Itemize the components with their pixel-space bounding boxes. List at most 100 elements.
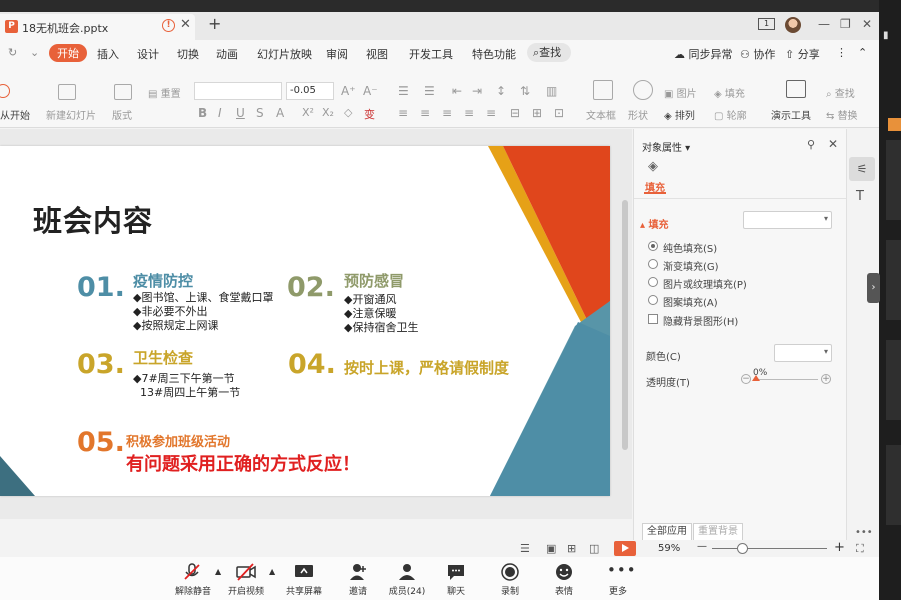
distribute-icon[interactable]: ≡ xyxy=(486,106,496,120)
fill-section-header[interactable]: ▴ 填充 xyxy=(640,216,669,231)
new-slide-label[interactable]: 新建幻灯片 xyxy=(46,107,96,122)
zoom-out-button[interactable]: — xyxy=(697,541,707,552)
gradient-fill-label[interactable]: 渐变填充(G) xyxy=(663,258,719,273)
side-more-icon[interactable]: ••• xyxy=(855,527,873,538)
text-properties-icon[interactable]: T xyxy=(856,189,864,204)
picture-fill-label[interactable]: 图片或纹理填充(P) xyxy=(663,276,747,291)
transparency-slider[interactable] xyxy=(754,379,818,380)
layout-label[interactable]: 版式 xyxy=(112,107,132,122)
numbered-list-icon[interactable]: ☰ xyxy=(424,84,435,98)
normal-view-icon[interactable]: ▣ xyxy=(546,542,556,555)
transparency-increase-icon[interactable]: + xyxy=(821,374,831,384)
minimize-button[interactable]: — xyxy=(818,17,830,31)
italic-icon[interactable]: I xyxy=(218,106,222,120)
line-spacing-icon[interactable]: ↕ xyxy=(496,84,506,98)
hide-background-checkbox[interactable] xyxy=(648,314,658,324)
font-family-select[interactable] xyxy=(194,82,282,100)
text-direction-icon[interactable]: ⇅ xyxy=(520,84,530,98)
transparency-slider-thumb[interactable] xyxy=(752,375,760,381)
shape-label[interactable]: 形状 xyxy=(628,107,648,122)
window-count-badge[interactable]: 1 xyxy=(758,18,775,30)
smartart-icon[interactable]: ⊡ xyxy=(554,106,564,120)
align-center-icon[interactable]: ≡ xyxy=(420,106,430,120)
font-color-icon[interactable]: A xyxy=(276,106,284,120)
presentation-tools-icon[interactable] xyxy=(786,80,806,98)
arrange-button[interactable]: ◈ 排列 xyxy=(664,107,695,122)
subscript-icon[interactable]: X₂ xyxy=(322,106,334,119)
increase-font-icon[interactable]: A⁺ xyxy=(341,84,356,98)
color-select[interactable] xyxy=(774,344,832,362)
bold-icon[interactable]: B xyxy=(198,106,207,120)
restore-button[interactable]: ❐ xyxy=(840,17,851,31)
new-slide-icon[interactable] xyxy=(58,84,76,100)
user-avatar[interactable] xyxy=(785,17,801,33)
shape-icon[interactable] xyxy=(633,80,653,100)
start-from-beginning-label[interactable]: 从开始 xyxy=(0,107,30,122)
replace-button[interactable]: ⇆ 替换 xyxy=(826,107,858,122)
fill-bucket-icon[interactable]: ◈ xyxy=(648,159,658,174)
share-button[interactable]: ⇧ 分享 xyxy=(785,46,820,62)
apply-all-button[interactable]: 全部应用 xyxy=(642,523,692,541)
new-tab-button[interactable]: + xyxy=(208,14,221,33)
fill-type-select[interactable] xyxy=(743,211,832,229)
menu-transitions[interactable]: 切换 xyxy=(177,46,199,62)
video-options-caret-icon[interactable]: ▲ xyxy=(269,567,275,576)
collaborate-button[interactable]: ⚇ 协作 xyxy=(740,46,775,62)
hide-background-label[interactable]: 隐藏背景图形(H) xyxy=(663,313,738,328)
pattern-fill-label[interactable]: 图案填充(A) xyxy=(663,294,718,309)
fit-window-icon[interactable]: ⛶ xyxy=(856,542,864,556)
find-button[interactable]: ⌕ 查找 xyxy=(826,85,855,100)
slide[interactable]: 班会内容 01. 疫情防控 ◆图书馆、上课、食堂戴口罩 ◆非必要不外出 ◆按照规… xyxy=(0,146,610,496)
audio-options-caret-icon[interactable]: ▲ xyxy=(215,567,221,576)
bullet-list-icon[interactable]: ☰ xyxy=(398,84,409,98)
menu-design[interactable]: 设计 xyxy=(137,46,159,62)
columns-icon[interactable]: ▥ xyxy=(546,84,557,98)
play-slideshow-button[interactable] xyxy=(614,541,636,556)
menu-home[interactable]: 开始 xyxy=(49,44,87,62)
pattern-fill-radio[interactable] xyxy=(648,295,658,305)
clear-format-icon[interactable]: ◇ xyxy=(344,106,352,119)
notes-icon[interactable]: ☰ xyxy=(520,542,530,555)
panel-title[interactable]: 对象属性 ▾ xyxy=(642,139,690,154)
zoom-slider-thumb[interactable] xyxy=(737,543,748,554)
picture-fill-radio[interactable] xyxy=(648,277,658,287)
collapse-ribbon-icon[interactable]: ⌃ xyxy=(858,46,867,59)
decrease-font-icon[interactable]: A⁻ xyxy=(363,84,378,98)
vertical-align-icon[interactable]: ⊟ xyxy=(510,106,520,120)
zoom-in-button[interactable]: + xyxy=(834,540,845,555)
menu-slideshow[interactable]: 幻灯片放映 xyxy=(257,46,312,62)
close-window-button[interactable]: ✕ xyxy=(862,17,872,31)
reading-view-icon[interactable]: ◫ xyxy=(589,542,599,555)
warning-icon[interactable]: ! xyxy=(162,19,175,32)
gradient-fill-radio[interactable] xyxy=(648,259,658,269)
underline-icon[interactable]: U xyxy=(236,106,245,120)
layout-icon[interactable] xyxy=(114,84,132,100)
outline-button[interactable]: ▢ 轮廓 xyxy=(714,107,747,122)
document-tab[interactable]: P 18无机班会.pptx ! ✕ xyxy=(0,14,195,40)
zoom-level[interactable]: 59% xyxy=(658,543,680,554)
menu-animations[interactable]: 动画 xyxy=(216,46,238,62)
slide-sorter-icon[interactable]: ⊞ xyxy=(567,542,576,555)
indent-decrease-icon[interactable]: ⇤ xyxy=(452,84,462,98)
phonetic-icon[interactable]: 变 xyxy=(364,106,375,122)
reset-slide-button[interactable]: ▤ 重置 xyxy=(148,85,181,100)
fill-button[interactable]: ◈ 填充 xyxy=(714,85,745,100)
collapse-strip-button[interactable]: › xyxy=(867,273,880,303)
menu-insert[interactable]: 插入 xyxy=(97,46,119,62)
text-align-icon[interactable]: ⊞ xyxy=(532,106,542,120)
redo-icon[interactable]: ↻ xyxy=(8,46,17,59)
presentation-tools-label[interactable]: 演示工具 xyxy=(771,107,811,122)
menu-view[interactable]: 视图 xyxy=(366,46,388,62)
close-panel-icon[interactable]: ✕ xyxy=(828,137,838,151)
participant-tile[interactable] xyxy=(886,140,901,220)
align-right-icon[interactable]: ≡ xyxy=(442,106,452,120)
quick-access-dropdown-icon[interactable]: ⌄ xyxy=(30,46,39,59)
vertical-scrollbar[interactable] xyxy=(620,130,630,515)
menu-developer[interactable]: 开发工具 xyxy=(409,46,453,62)
reset-background-button[interactable]: 重置背景 xyxy=(693,523,743,541)
participant-tile[interactable] xyxy=(886,240,901,320)
align-left-icon[interactable]: ≡ xyxy=(398,106,408,120)
solid-fill-label[interactable]: 纯色填充(S) xyxy=(663,240,717,255)
justify-icon[interactable]: ≡ xyxy=(464,106,474,120)
menu-review[interactable]: 审阅 xyxy=(326,46,348,62)
